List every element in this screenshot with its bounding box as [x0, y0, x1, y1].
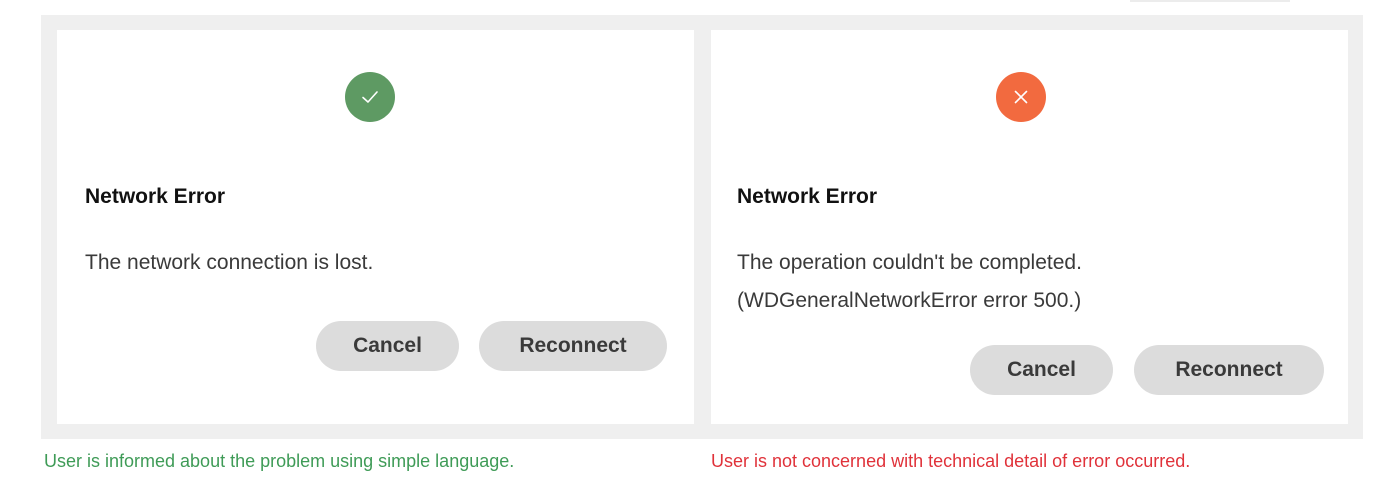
good-example-dialog: Network Error The network connection is …	[57, 30, 694, 424]
good-example-caption: User is informed about the problem using…	[44, 451, 515, 471]
dialog-title: Network Error	[85, 185, 226, 208]
page: Network Error The network connection is …	[0, 0, 1400, 486]
cancel-button[interactable]: Cancel	[970, 345, 1113, 395]
dialog-message: The operation couldn't be completed. (WD…	[737, 251, 1082, 312]
bad-example-caption: User is not concerned with technical det…	[711, 451, 1191, 471]
comparison-frame: Network Error The network connection is …	[41, 15, 1363, 439]
top-divider	[1130, 0, 1290, 2]
bad-example-dialog: Network Error The operation couldn't be …	[711, 30, 1348, 424]
close-icon	[996, 72, 1046, 122]
reconnect-button[interactable]: Reconnect	[479, 321, 667, 371]
cancel-button[interactable]: Cancel	[316, 321, 459, 371]
reconnect-button[interactable]: Reconnect	[1134, 345, 1324, 395]
check-icon	[345, 72, 395, 122]
check-glyph	[362, 91, 378, 103]
dialog-message: The network connection is lost.	[85, 251, 374, 274]
dialog-title: Network Error	[737, 185, 878, 208]
close-glyph	[1014, 90, 1028, 104]
